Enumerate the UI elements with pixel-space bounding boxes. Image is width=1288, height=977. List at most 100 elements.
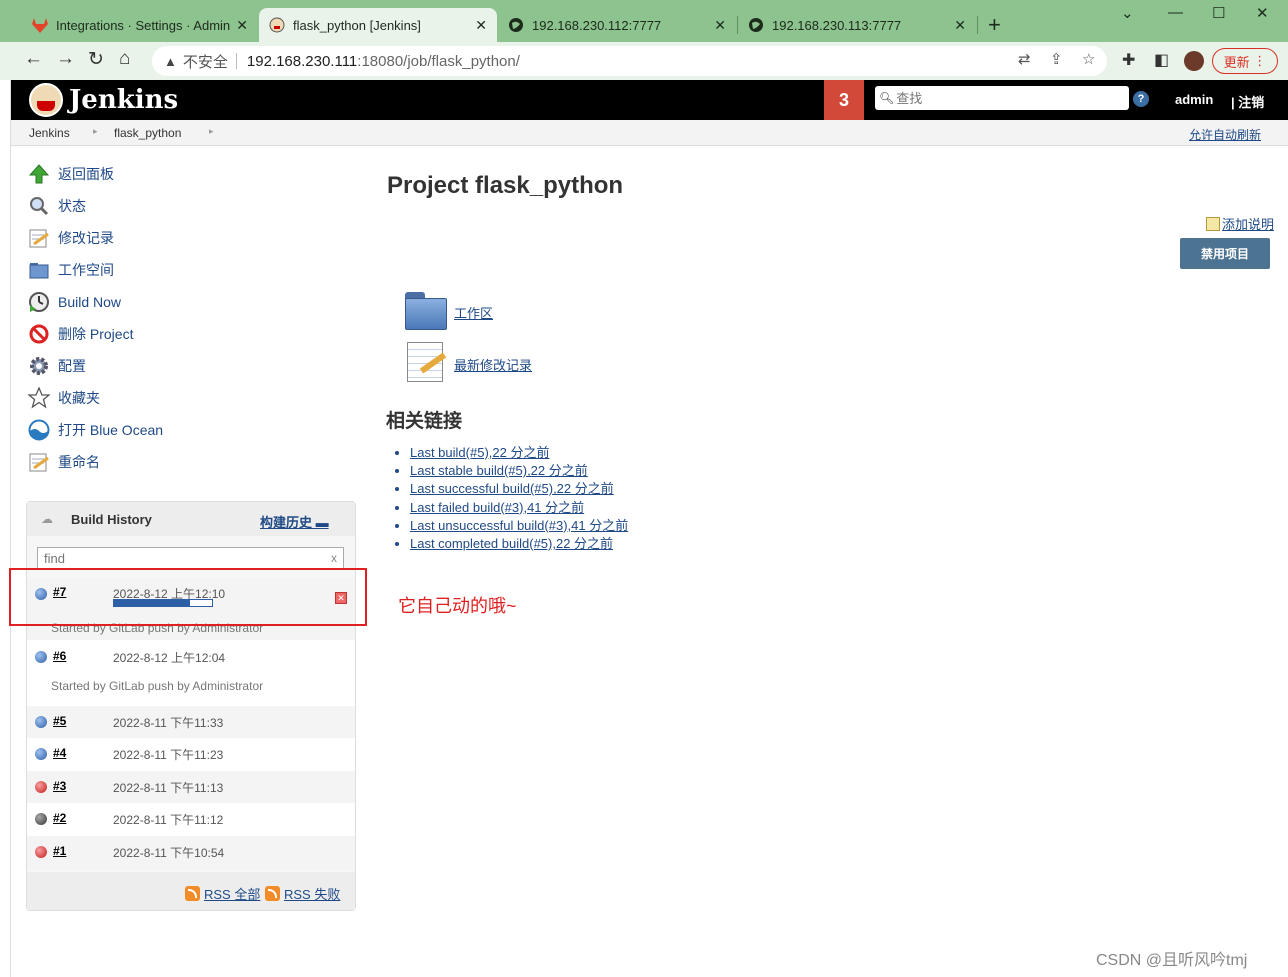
user-link[interactable]: admin <box>1175 92 1213 107</box>
related-link[interactable]: Last stable build(#5),22 分之前 <box>410 463 588 478</box>
related-link[interactable]: Last completed build(#5),22 分之前 <box>410 536 613 551</box>
sidebar-item-status[interactable]: 状态 <box>28 194 86 218</box>
avatar[interactable] <box>1184 51 1204 71</box>
build-date: 2022-8-11 下午11:13 <box>113 781 224 795</box>
new-tab-button[interactable]: + <box>988 12 1001 38</box>
workspace-link[interactable]: 工作区 <box>454 303 493 322</box>
reload-icon[interactable]: ↻ <box>88 48 104 71</box>
auto-refresh-link[interactable]: 允许自动刷新 <box>1189 126 1261 143</box>
edit-icon <box>1206 216 1220 231</box>
home-icon[interactable]: ⌂ <box>119 48 130 70</box>
build-number-link[interactable]: #4 <box>53 746 66 760</box>
notepad-icon <box>28 227 50 249</box>
extensions-icon[interactable]: ✚ <box>1122 50 1135 70</box>
sidebar-item-blue-ocean[interactable]: 打开 Blue Ocean <box>28 418 163 442</box>
bookmark-star-icon[interactable]: ☆ <box>1082 50 1095 68</box>
logout-link[interactable]: | 注销 <box>1231 92 1264 111</box>
list-item: Last completed build(#5),22 分之前 <box>410 533 628 551</box>
related-link[interactable]: Last build(#5),22 分之前 <box>410 445 549 460</box>
related-link[interactable]: Last failed build(#3),41 分之前 <box>410 500 584 515</box>
sidebar-item-build-now[interactable]: Build Now <box>28 290 121 314</box>
sidebar-item-configure[interactable]: 配置 <box>28 354 86 378</box>
warning-icon: ▲ <box>164 53 177 69</box>
build-filter[interactable]: x <box>37 547 344 569</box>
search-icon <box>28 195 50 217</box>
notepad-icon[interactable] <box>405 340 447 382</box>
close-icon[interactable]: ✕ <box>714 17 726 34</box>
tab-jenkins[interactable]: flask_python [Jenkins] ✕ <box>259 8 497 42</box>
list-item: Last successful build(#5),22 分之前 <box>410 478 628 496</box>
back-icon[interactable]: ← <box>24 48 43 70</box>
sidebar-item-favorite[interactable]: 收藏夹 <box>28 386 100 410</box>
disable-project-button[interactable]: 禁用项目 <box>1180 238 1270 269</box>
breadcrumb-flask-python[interactable]: flask_python <box>114 126 181 140</box>
minimize-icon[interactable]: — <box>1168 4 1183 21</box>
recent-changes-link[interactable]: 最新修改记录 <box>454 355 532 374</box>
update-button[interactable]: 更新 ⋮ <box>1212 48 1278 74</box>
chevron-right-icon[interactable]: ▸ <box>93 126 98 137</box>
sidebar-item-label: 删除 Project <box>58 326 134 342</box>
gear-icon <box>28 355 50 377</box>
add-description-link[interactable]: 添加说明 <box>1206 214 1274 233</box>
related-links-list: Last build(#5),22 分之前 Last stable build(… <box>410 442 628 551</box>
sidebar-item-rename[interactable]: 重命名 <box>28 450 100 474</box>
build-number-link[interactable]: #1 <box>53 844 66 858</box>
maximize-icon[interactable]: ☐ <box>1212 4 1225 22</box>
build-date: 2022-8-11 下午11:12 <box>113 813 224 827</box>
build-trend-link[interactable]: 构建历史 ▬ <box>260 512 329 531</box>
address-bar[interactable]: ▲ 不安全 192.168.230.111:18080/job/flask_py… <box>152 46 1107 76</box>
status-ball-icon <box>35 813 47 825</box>
search-input[interactable] <box>896 90 1117 106</box>
page-title: Project flask_python <box>387 172 624 199</box>
sidebar-item-label: 收藏夹 <box>58 390 100 406</box>
breadcrumb-jenkins[interactable]: Jenkins <box>29 126 70 140</box>
tab-title: flask_python [Jenkins] <box>293 17 421 33</box>
folder-icon <box>28 259 50 281</box>
sidebar-item-changes[interactable]: 修改记录 <box>28 226 114 250</box>
folder-icon[interactable] <box>405 292 447 332</box>
sidebar-item-back-to-dashboard[interactable]: 返回面板 <box>28 162 114 186</box>
sidebar-item-label: 配置 <box>58 358 86 374</box>
list-item: Last stable build(#5),22 分之前 <box>410 460 628 478</box>
status-ball-icon <box>35 651 47 663</box>
sidebar-item-label: 工作空间 <box>58 262 114 278</box>
share-icon[interactable]: ⇪ <box>1050 50 1063 68</box>
sidebar-item-label: 修改记录 <box>58 230 114 246</box>
tab-gitlab[interactable]: Integrations · Settings · Admin ✕ <box>22 8 258 42</box>
translate-icon[interactable]: ⇄ <box>1018 50 1031 68</box>
window-close-icon[interactable]: ✕ <box>1256 4 1269 22</box>
blue-ocean-icon <box>28 419 50 441</box>
forward-icon[interactable]: → <box>56 48 75 70</box>
close-icon[interactable]: ✕ <box>954 17 966 34</box>
rss-all-link[interactable]: RSS 全部 <box>185 884 260 903</box>
annotation-text: 它自己动的哦~ <box>398 596 517 616</box>
related-link[interactable]: Last unsuccessful build(#3),41 分之前 <box>410 518 628 533</box>
search-box[interactable]: 🔍︎ <box>875 86 1129 110</box>
clear-filter-icon[interactable]: x <box>331 551 337 565</box>
list-item: Last unsuccessful build(#3),41 分之前 <box>410 515 628 533</box>
chevron-right-icon[interactable]: ▸ <box>209 126 214 137</box>
build-number-link[interactable]: #6 <box>53 649 66 663</box>
rss-failed-label: RSS 失败 <box>284 887 341 902</box>
help-icon[interactable]: ? <box>1133 91 1149 107</box>
sidepanel-icon[interactable]: ◧ <box>1154 50 1169 70</box>
build-number-link[interactable]: #3 <box>53 779 66 793</box>
status-ball-icon <box>35 748 47 760</box>
no-entry-icon <box>28 323 50 345</box>
tab-192-113[interactable]: 192.168.230.113:7777 ✕ <box>738 8 976 42</box>
close-icon[interactable]: ✕ <box>236 17 248 34</box>
tab-192-112[interactable]: 192.168.230.112:7777 ✕ <box>498 8 736 42</box>
sidebar-item-label: 打开 Blue Ocean <box>58 422 164 438</box>
build-number-link[interactable]: #2 <box>53 811 66 825</box>
jenkins-logo[interactable]: Jenkins <box>29 83 178 117</box>
build-date: 2022-8-11 下午11:33 <box>113 716 224 730</box>
sidebar-item-delete-project[interactable]: 删除 Project <box>28 322 133 346</box>
rss-failed-link[interactable]: RSS 失败 <box>265 884 340 903</box>
close-icon[interactable]: ✕ <box>475 17 487 34</box>
build-number-link[interactable]: #5 <box>53 714 66 728</box>
sidebar-item-workspace[interactable]: 工作空间 <box>28 258 114 282</box>
tab-search-icon[interactable]: ⌄ <box>1121 4 1134 22</box>
notification-badge[interactable]: 3 <box>824 80 864 120</box>
related-link[interactable]: Last successful build(#5),22 分之前 <box>410 481 614 496</box>
build-filter-input[interactable] <box>44 550 324 566</box>
